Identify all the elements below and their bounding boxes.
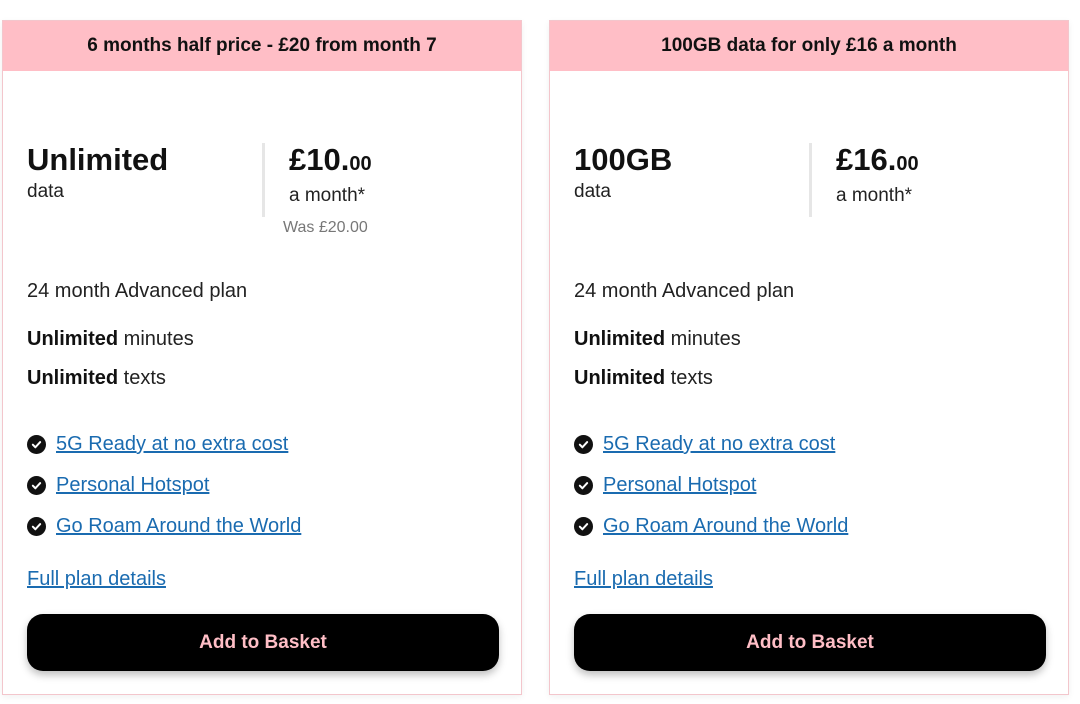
feature-item: Personal Hotspot <box>27 465 301 506</box>
data-allowance: 100GB data <box>574 141 672 203</box>
texts-text: texts <box>665 367 713 389</box>
check-circle-icon <box>27 476 46 495</box>
check-circle-icon <box>27 435 46 454</box>
data-unit: data <box>574 181 611 202</box>
minutes-bold: Unlimited <box>27 328 119 350</box>
offer-banner: 100GB data for only £16 a month <box>550 21 1068 71</box>
monthly-price: £10.00 <box>289 141 372 183</box>
full-plan-details-link[interactable]: Full plan details <box>574 568 713 591</box>
feature-link-5g[interactable]: 5G Ready at no extra cost <box>603 433 835 456</box>
price-pence: 00 <box>896 153 919 175</box>
texts-text: texts <box>118 367 166 389</box>
plan-card-unlimited: 6 months half price - £20 from month 7 U… <box>2 20 522 695</box>
texts-bold: Unlimited <box>27 367 119 389</box>
check-circle-icon <box>574 435 593 454</box>
data-allowance: Unlimited data <box>27 141 168 203</box>
minutes-text: minutes <box>118 328 194 350</box>
feature-item: 5G Ready at no extra cost <box>574 424 848 465</box>
price-block: £10.00 a month* Was £20.00 <box>283 141 372 237</box>
check-circle-icon <box>574 476 593 495</box>
check-circle-icon <box>27 517 46 536</box>
minutes-allowance: Unlimited minutes <box>574 328 741 351</box>
full-plan-details-link[interactable]: Full plan details <box>27 568 166 591</box>
data-amount: Unlimited <box>27 142 169 177</box>
data-unit: data <box>27 181 64 202</box>
was-price: Was £20.00 <box>283 219 368 236</box>
plan-name: 24 month Advanced plan <box>574 280 795 302</box>
texts-bold: Unlimited <box>574 367 666 389</box>
offer-banner: 6 months half price - £20 from month 7 <box>3 21 521 71</box>
data-amount: 100GB <box>574 142 673 177</box>
texts-allowance: Unlimited texts <box>574 367 713 390</box>
plan-summary: 100GB data £16.00 a month* <box>574 141 1044 251</box>
plan-name: 24 month Advanced plan <box>27 280 248 302</box>
plan-card-100gb: 100GB data for only £16 a month 100GB da… <box>549 20 1069 695</box>
price-period: a month* <box>289 185 366 206</box>
feature-item: 5G Ready at no extra cost <box>27 424 301 465</box>
feature-list: 5G Ready at no extra cost Personal Hotsp… <box>27 424 301 547</box>
monthly-price: £16.00 <box>836 141 919 183</box>
minutes-bold: Unlimited <box>574 328 666 350</box>
price-pounds: £16. <box>836 142 897 177</box>
add-to-basket-button[interactable]: Add to Basket <box>574 614 1046 671</box>
feature-link-roaming[interactable]: Go Roam Around the World <box>603 515 848 538</box>
feature-item: Go Roam Around the World <box>574 506 848 547</box>
price-period: a month* <box>836 185 913 206</box>
price-block: £16.00 a month* <box>836 141 919 207</box>
minutes-allowance: Unlimited minutes <box>27 328 194 351</box>
check-circle-icon <box>574 517 593 536</box>
plan-summary: Unlimited data £10.00 a month* Was £20.0… <box>27 141 497 251</box>
price-pounds: £10. <box>289 142 350 177</box>
feature-item: Personal Hotspot <box>574 465 848 506</box>
price-pence: 00 <box>349 153 372 175</box>
texts-allowance: Unlimited texts <box>27 367 166 390</box>
feature-link-hotspot[interactable]: Personal Hotspot <box>56 474 209 497</box>
feature-link-hotspot[interactable]: Personal Hotspot <box>603 474 756 497</box>
summary-divider <box>262 143 265 217</box>
minutes-text: minutes <box>665 328 741 350</box>
feature-link-roaming[interactable]: Go Roam Around the World <box>56 515 301 538</box>
feature-item: Go Roam Around the World <box>27 506 301 547</box>
feature-list: 5G Ready at no extra cost Personal Hotsp… <box>574 424 848 547</box>
feature-link-5g[interactable]: 5G Ready at no extra cost <box>56 433 288 456</box>
add-to-basket-button[interactable]: Add to Basket <box>27 614 499 671</box>
summary-divider <box>809 143 812 217</box>
